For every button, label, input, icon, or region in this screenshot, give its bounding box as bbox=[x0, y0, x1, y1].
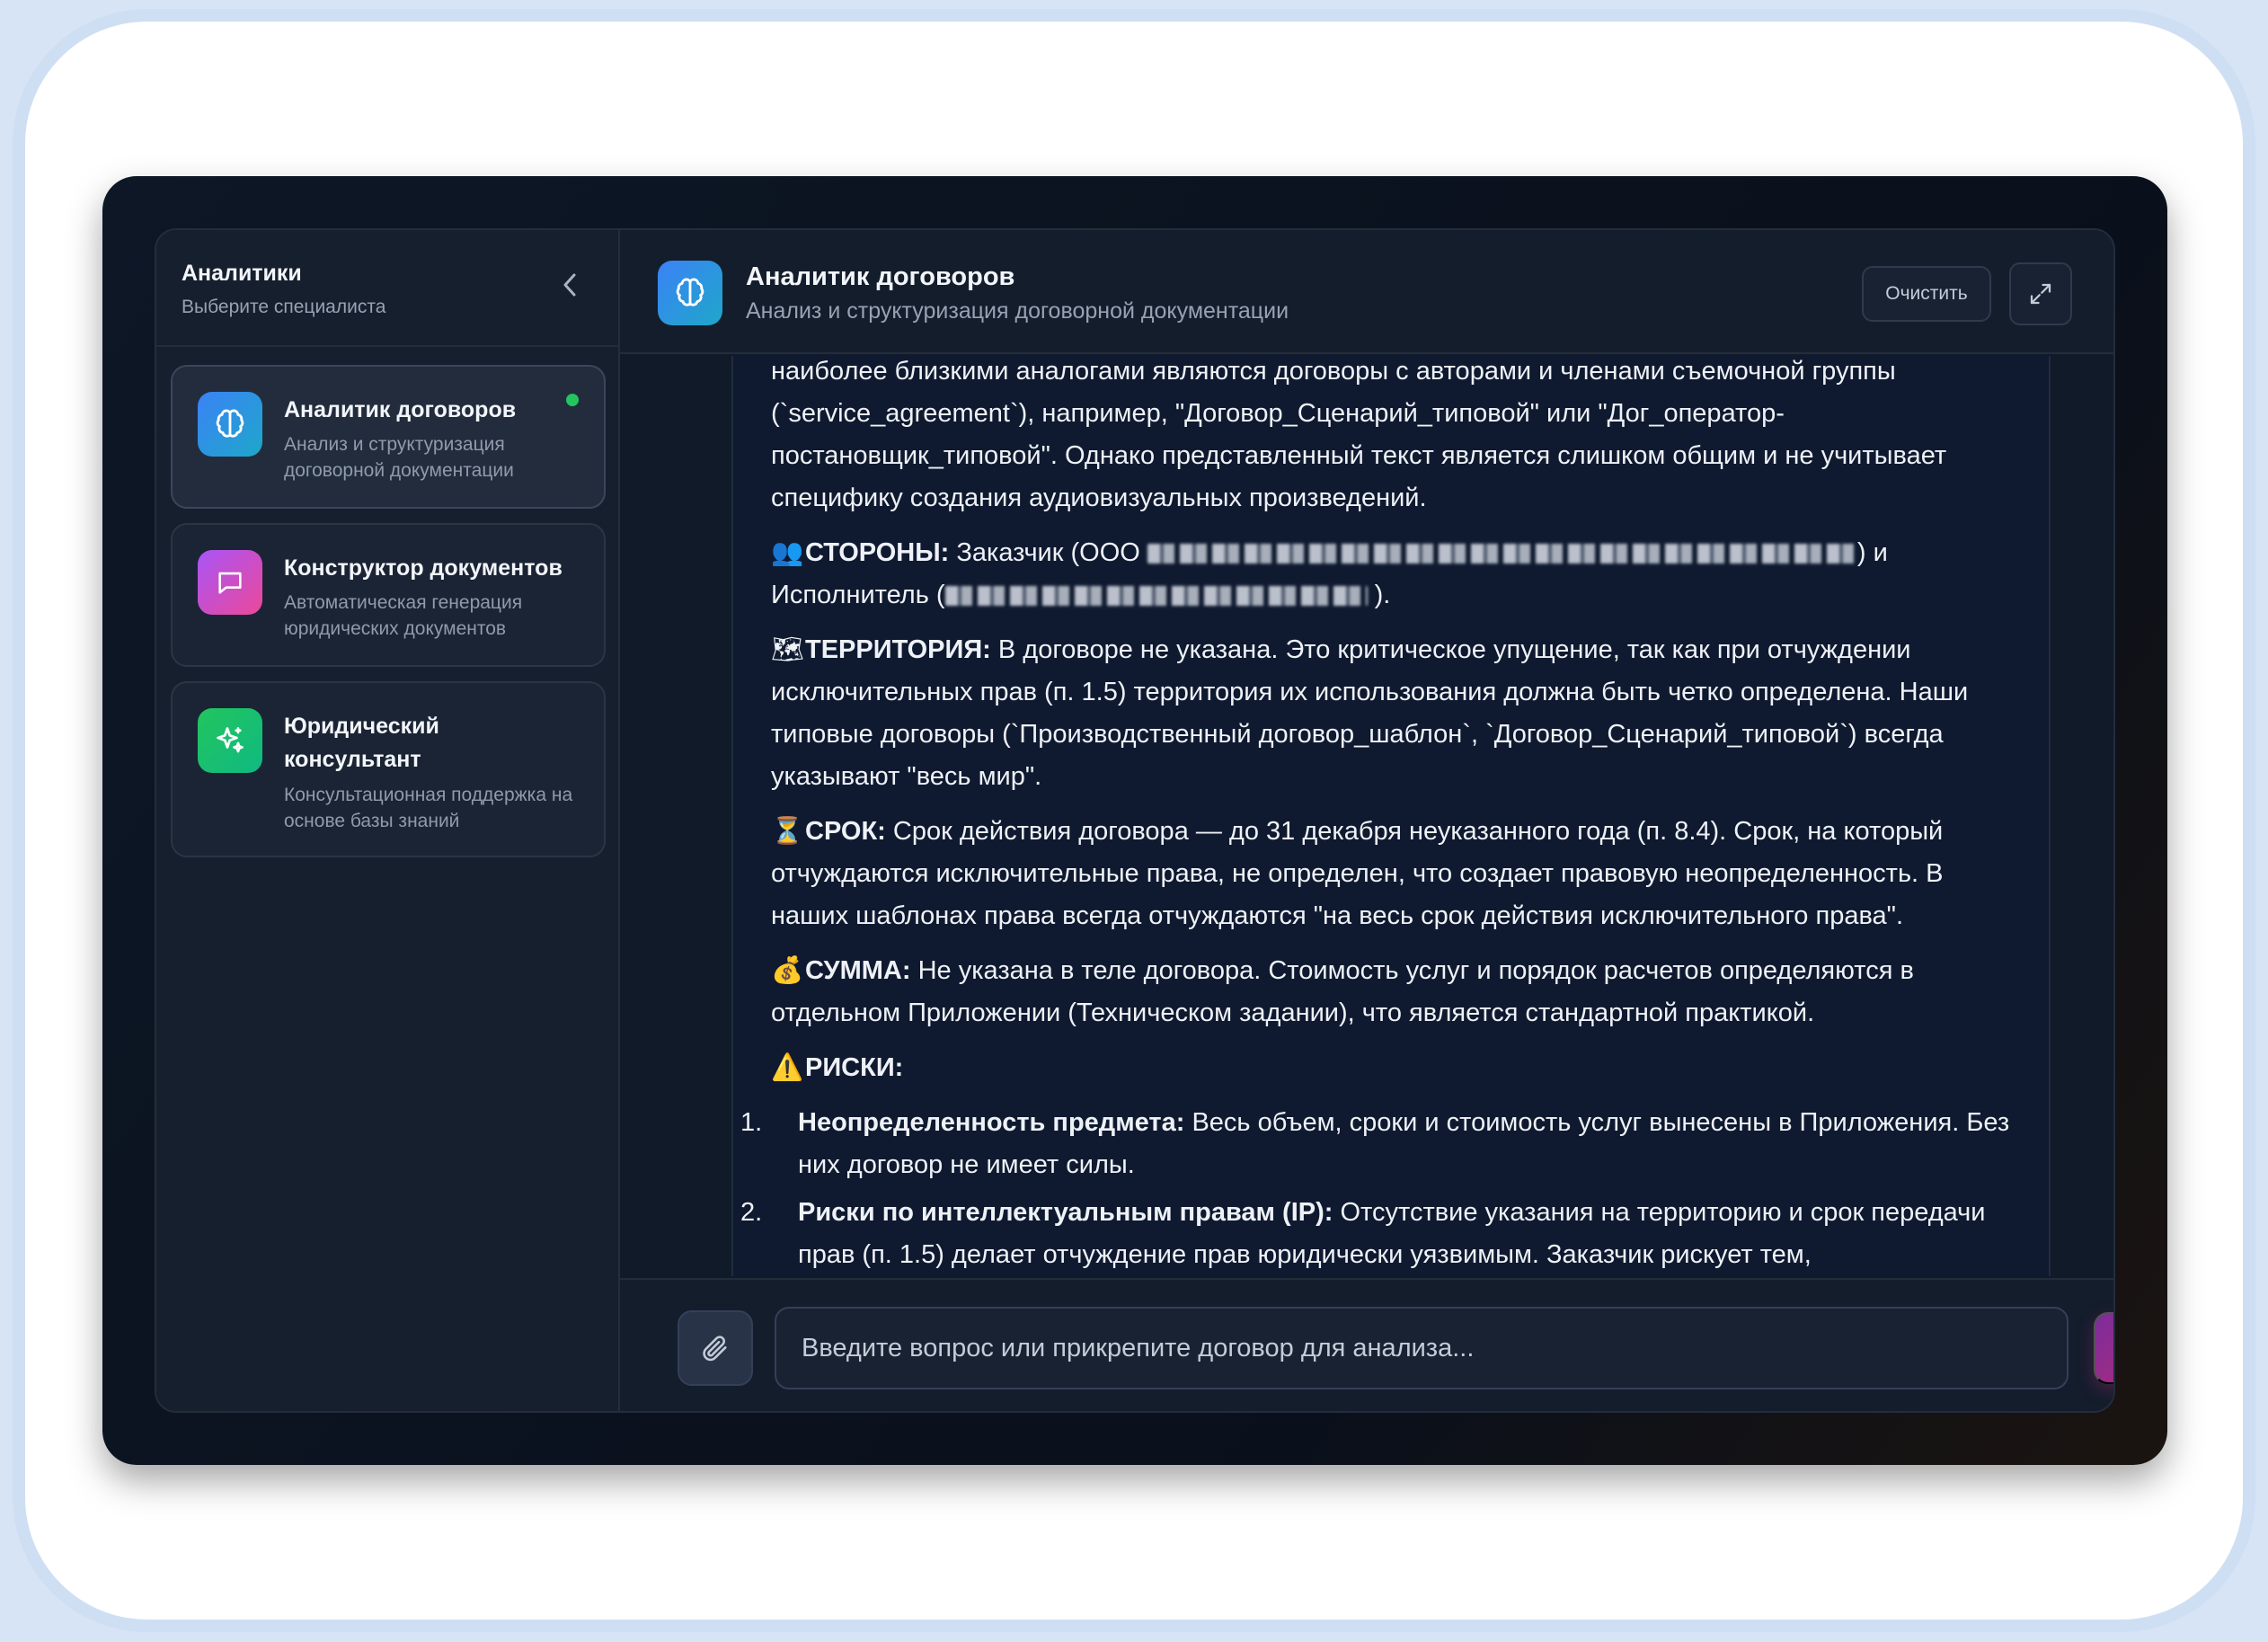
chat-panel: Аналитик договоров Анализ и структуризац… bbox=[620, 230, 2113, 1411]
sidebar-title: Аналитики bbox=[182, 261, 302, 286]
parties-text-3: ). bbox=[1374, 581, 1391, 609]
chat-icon bbox=[218, 572, 242, 594]
sparkles-icon bbox=[217, 727, 244, 753]
sidebar-item-document-builder[interactable]: Конструктор документов Автоматическая ге… bbox=[171, 523, 606, 667]
app-window: Аналитики Выберите специалиста Аналитик … bbox=[102, 176, 2167, 1465]
message-input[interactable] bbox=[775, 1307, 2069, 1389]
agent-description: Анализ и структуризация договорной докум… bbox=[284, 434, 514, 481]
list-item: 2. Риски по интеллектуальным правам (IP)… bbox=[740, 1192, 2013, 1276]
redacted-contractor-name bbox=[944, 586, 1368, 607]
brain-icon bbox=[676, 278, 704, 306]
agent-name: Юридический консультант bbox=[284, 714, 439, 772]
risk-number: 1. bbox=[740, 1108, 763, 1137]
territory-section: 🗺ТЕРРИТОРИЯ: В договоре не указана. Это … bbox=[771, 629, 2013, 798]
risk-title: Неопределенность предмета: bbox=[798, 1108, 1185, 1137]
chevron-left-icon bbox=[563, 273, 576, 297]
risks-list: 1. Неопределенность предмета: Весь объем… bbox=[740, 1102, 2013, 1276]
risk-title: Риски по интеллектуальным правам (IP): bbox=[798, 1198, 1333, 1227]
brain-icon bbox=[216, 409, 244, 438]
app-container: Аналитики Выберите специалиста Аналитик … bbox=[155, 228, 2115, 1413]
sum-section: 💰СУММА: Не указана в теле договора. Стои… bbox=[771, 950, 2013, 1034]
expand-button[interactable] bbox=[2009, 262, 2072, 325]
message-composer bbox=[620, 1278, 2115, 1411]
term-label: СРОК: bbox=[805, 817, 886, 846]
sidebar-subtitle: Выберите специалиста bbox=[182, 297, 386, 317]
message-list: наиболее близкими аналогами являются дог… bbox=[620, 356, 2113, 1276]
agent-icon bbox=[198, 392, 262, 457]
send-icon bbox=[2114, 1333, 2115, 1363]
agent-icon bbox=[198, 550, 262, 615]
send-button[interactable] bbox=[2094, 1312, 2115, 1384]
assistant-message: наиболее близкими аналогами являются дог… bbox=[731, 356, 2051, 1276]
term-section: ⏳СРОК: Срок действия договора — до 31 де… bbox=[771, 811, 2013, 937]
sidebar-item-legal-consultant[interactable]: Юридический консультант Консультационная… bbox=[171, 681, 606, 857]
money-bag-icon: 💰 bbox=[771, 956, 804, 985]
risks-label: РИСКИ: bbox=[805, 1053, 904, 1082]
message-intro: наиболее близкими аналогами являются дог… bbox=[771, 357, 1947, 512]
map-icon: 🗺 bbox=[771, 635, 804, 664]
sidebar-item-contract-analyst[interactable]: Аналитик договоров Анализ и структуризац… bbox=[171, 365, 606, 509]
warning-icon: ⚠️ bbox=[771, 1053, 804, 1082]
clear-chat-button[interactable]: Очистить bbox=[1862, 266, 1991, 322]
chat-title: Аналитик договоров bbox=[746, 262, 1015, 291]
parties-label: СТОРОНЫ: bbox=[805, 538, 950, 567]
paperclip-icon bbox=[703, 1336, 727, 1362]
hourglass-icon: ⏳ bbox=[771, 817, 804, 846]
territory-label: ТЕРРИТОРИЯ: bbox=[805, 635, 991, 664]
redacted-customer-name bbox=[1147, 544, 1857, 564]
sum-text: Не указана в теле договора. Стоимость ус… bbox=[771, 956, 1914, 1027]
people-icon: 👥 bbox=[771, 538, 804, 567]
collapse-sidebar-button[interactable] bbox=[557, 271, 582, 304]
chat-header: Аналитик договоров Анализ и структуризац… bbox=[620, 230, 2113, 354]
sum-label: СУММА: bbox=[805, 956, 911, 985]
risks-heading: ⚠️РИСКИ: bbox=[771, 1047, 2013, 1089]
attach-file-button[interactable] bbox=[678, 1310, 753, 1386]
header-agent-icon bbox=[658, 261, 722, 325]
expand-icon bbox=[2030, 283, 2051, 305]
risk-number: 2. bbox=[740, 1198, 763, 1227]
term-text: Срок действия договора — до 31 декабря н… bbox=[771, 817, 1944, 930]
agent-icon bbox=[198, 708, 262, 773]
agent-name: Конструктор документов bbox=[284, 555, 563, 581]
sidebar: Аналитики Выберите специалиста Аналитик … bbox=[156, 230, 620, 1411]
parties-section: 👥СТОРОНЫ: Заказчик (ООО ) и Исполнитель … bbox=[771, 532, 2013, 617]
agent-name: Аналитик договоров bbox=[284, 397, 517, 422]
online-status-dot bbox=[566, 394, 579, 406]
chat-subtitle: Анализ и структуризация договорной докум… bbox=[746, 298, 1289, 324]
agent-description: Автоматическая генерация юридических док… bbox=[284, 592, 523, 639]
sidebar-header: Аналитики Выберите специалиста bbox=[156, 230, 618, 347]
list-item: 1. Неопределенность предмета: Весь объем… bbox=[740, 1102, 2013, 1186]
agent-description: Консультационная поддержка на основе баз… bbox=[284, 785, 573, 831]
parties-text-1: Заказчик (ООО bbox=[956, 538, 1140, 567]
